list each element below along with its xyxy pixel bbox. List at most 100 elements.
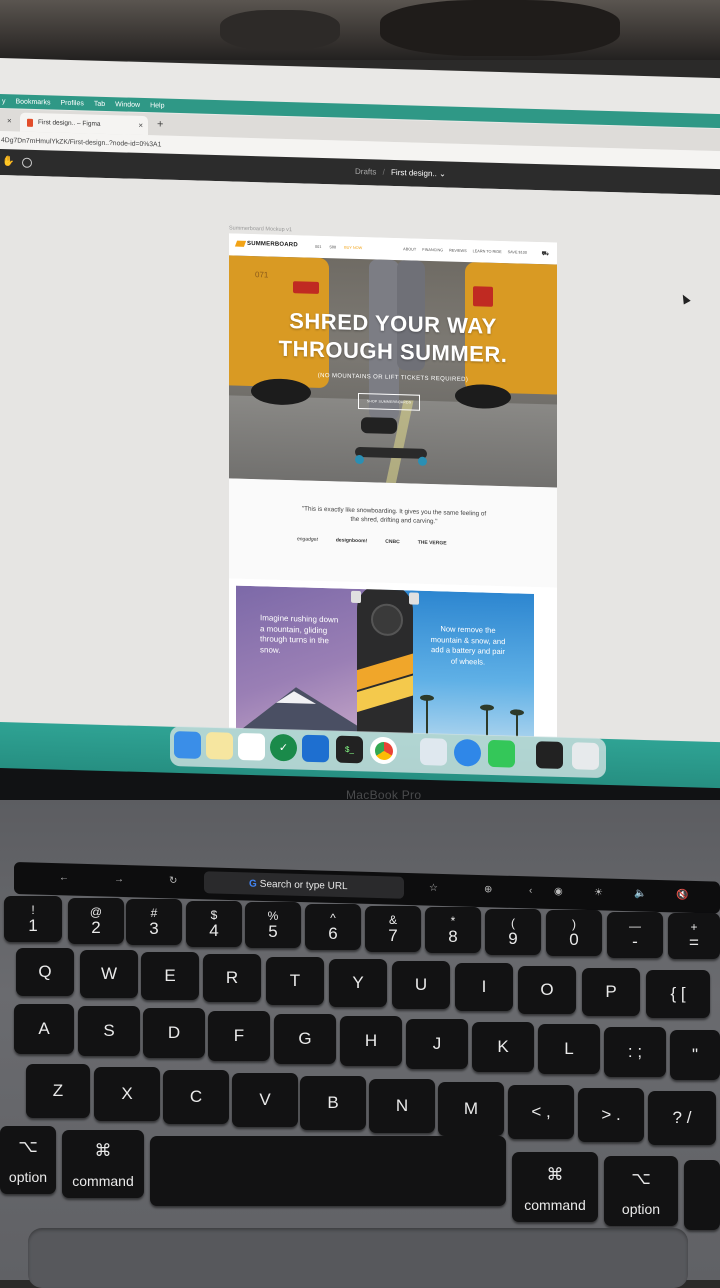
brightness-icon[interactable]: ☀ <box>594 887 603 898</box>
key-x[interactable]: X <box>94 1067 160 1121</box>
key-u[interactable]: U <box>392 961 450 1009</box>
menu-item[interactable]: y <box>2 98 6 105</box>
key-option-right[interactable]: ⌥ option <box>604 1156 678 1226</box>
menu-item-profiles[interactable]: Profiles <box>61 99 84 107</box>
key-k[interactable]: K <box>472 1022 534 1072</box>
key-w[interactable]: W <box>80 950 138 998</box>
key-1[interactable]: ! 1 <box>4 896 62 942</box>
frame-label[interactable]: Summerboard Mockup v1 <box>229 225 292 233</box>
menu-item-tab[interactable]: Tab <box>94 100 105 107</box>
key-6[interactable]: ^ 6 <box>305 904 361 950</box>
nav-item: S88 <box>329 245 337 250</box>
website-mockup-frame[interactable]: SUMMERBOARD 001 S88 BUY NOW ABOUT FINANC… <box>229 233 557 743</box>
file-name-dropdown[interactable]: First design.. ⌄ <box>391 168 446 179</box>
key-j[interactable]: J <box>406 1019 468 1069</box>
key-5[interactable]: % 5 <box>245 902 301 948</box>
new-tab-button[interactable]: + <box>157 118 163 130</box>
key-b[interactable]: B <box>300 1076 366 1130</box>
key-space[interactable] <box>150 1136 506 1206</box>
siri-icon[interactable]: ◉ <box>554 886 563 897</box>
taillight <box>293 281 319 294</box>
key-z[interactable]: Z <box>26 1064 90 1118</box>
key-e[interactable]: E <box>141 952 199 1000</box>
key-r[interactable]: R <box>203 954 261 1002</box>
key-h[interactable]: H <box>340 1016 402 1066</box>
chrome-logo <box>374 741 393 760</box>
breadcrumb-separator: / <box>382 167 385 177</box>
menu-item-help[interactable]: Help <box>150 102 164 109</box>
key-9[interactable]: (9 <box>485 909 541 955</box>
key-command-right[interactable]: ⌘ command <box>512 1152 598 1222</box>
key-v[interactable]: V <box>232 1073 298 1127</box>
key-m[interactable]: M <box>438 1082 504 1136</box>
tab-close-icon[interactable]: × <box>138 121 143 130</box>
key-2[interactable]: @2 <box>68 898 124 944</box>
key-f[interactable]: F <box>208 1011 270 1061</box>
volume-icon[interactable]: 🔈 <box>634 888 646 899</box>
key-7[interactable]: & 7 <box>365 906 421 952</box>
close-icon[interactable]: × <box>7 116 12 125</box>
key-option-left[interactable]: ⌥ option <box>0 1126 56 1194</box>
breadcrumb-drafts[interactable]: Drafts <box>355 167 376 177</box>
trash-icon[interactable] <box>572 742 599 770</box>
new-tab-plus-icon[interactable]: ⊕ <box>484 884 492 895</box>
key-slash[interactable]: ? / <box>648 1091 716 1145</box>
key-bottom: 4 <box>209 920 219 940</box>
slack-icon[interactable] <box>238 732 265 761</box>
key-equals[interactable]: + = <box>668 913 720 959</box>
forward-arrow-icon[interactable]: → <box>114 874 124 885</box>
tasks-icon[interactable]: ✓ <box>270 733 297 762</box>
key-l[interactable]: L <box>538 1024 600 1074</box>
key-p[interactable]: P <box>582 968 640 1016</box>
key-semicolon[interactable]: : ; <box>604 1027 666 1077</box>
trackpad[interactable] <box>28 1228 688 1288</box>
back-arrow-icon[interactable]: ← <box>59 872 69 883</box>
key-n[interactable]: N <box>369 1079 435 1133</box>
key-top: * <box>450 913 456 928</box>
bookmark-star-icon[interactable]: ☆ <box>429 883 438 894</box>
nav-item-learn: LEARN TO RIDE <box>472 249 502 255</box>
key-8[interactable]: * 8 <box>425 907 481 953</box>
mute-icon[interactable]: 🔇 <box>676 889 688 900</box>
key-command-left[interactable]: ⌘ command <box>62 1130 144 1198</box>
key-period[interactable]: > . <box>578 1088 644 1142</box>
key-o[interactable]: O <box>518 966 576 1014</box>
key-d[interactable]: D <box>143 1008 205 1058</box>
terminal-icon[interactable]: $_ <box>336 735 363 764</box>
key-a[interactable]: A <box>14 1004 74 1054</box>
vscode-icon[interactable] <box>302 734 329 763</box>
facetime-icon[interactable] <box>488 739 515 768</box>
safari-icon[interactable] <box>454 738 481 767</box>
key-c[interactable]: C <box>163 1070 229 1124</box>
finder-icon[interactable] <box>174 731 201 759</box>
key-q[interactable]: Q <box>16 948 74 996</box>
key-g[interactable]: G <box>274 1014 336 1064</box>
url-text: 4Dg7Dn7mHmulYkZK/First-design..?node-id=… <box>1 136 162 149</box>
key-s[interactable]: S <box>78 1006 140 1056</box>
key-y[interactable]: Y <box>329 959 387 1007</box>
chevron-left-icon[interactable]: ‹ <box>529 885 532 896</box>
figma-canvas[interactable]: Summerboard Mockup v1 SUMMERBOARD 001 S8… <box>0 175 720 786</box>
menu-item-window[interactable]: Window <box>115 101 140 109</box>
key-arrow-left[interactable] <box>684 1160 720 1230</box>
breadcrumb: Drafts / First design.. ⌄ <box>355 167 446 179</box>
hero-image: 071 SHRED YOUR WAY THROUGH SUMMER. (NO M… <box>229 255 557 488</box>
key-comma[interactable]: < , <box>508 1085 574 1139</box>
comment-icon[interactable] <box>22 157 32 168</box>
preview-icon[interactable] <box>420 737 447 766</box>
window-icon[interactable] <box>536 741 563 769</box>
nav-item-save: SAVE $100 <box>507 250 527 255</box>
key-minus[interactable]: — - <box>607 912 663 958</box>
hand-tool-icon[interactable]: ✋ <box>2 156 14 167</box>
key-3[interactable]: #3 <box>126 899 182 945</box>
chrome-icon[interactable] <box>370 736 397 765</box>
reload-icon[interactable]: ↻ <box>169 875 177 886</box>
key-bracket[interactable]: { [ <box>646 970 710 1018</box>
menu-item-bookmarks[interactable]: Bookmarks <box>16 98 51 106</box>
key-0[interactable]: ) 0 <box>546 910 602 956</box>
key-quote[interactable]: " <box>670 1030 720 1080</box>
key-4[interactable]: $4 <box>186 901 242 947</box>
key-i[interactable]: I <box>455 963 513 1011</box>
notes-icon[interactable] <box>206 732 233 760</box>
key-t[interactable]: T <box>266 957 324 1005</box>
